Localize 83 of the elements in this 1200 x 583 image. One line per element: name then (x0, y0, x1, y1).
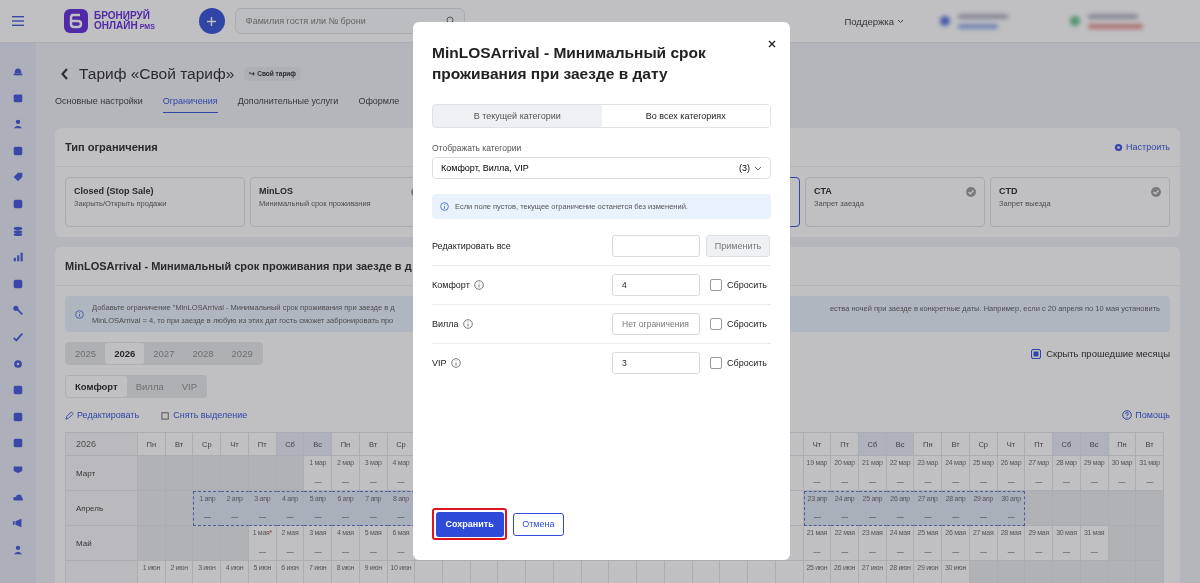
checkbox[interactable] (710, 318, 722, 330)
add-button[interactable] (198, 8, 225, 34)
help-link[interactable]: Помощь (1122, 410, 1170, 420)
caret-icon (754, 165, 762, 171)
tag-icon[interactable] (12, 171, 24, 184)
scope-tab[interactable]: В текущей категории (433, 105, 602, 127)
checkbox[interactable] (710, 357, 722, 369)
dialog-title: MinLOSArrival - Минимальный срок проживания при заезде в дату (432, 43, 707, 84)
checkbox-label: Скрыть прошедшие месяцы (1046, 348, 1170, 359)
info-icon (75, 309, 84, 319)
section-title: Тип ограничения (65, 141, 158, 153)
calendar-cell (221, 456, 249, 491)
gear-icon (1114, 142, 1123, 152)
info-icon (462, 319, 473, 329)
logo-text: ОНЛАЙН (94, 19, 138, 31)
info-icon (473, 280, 484, 290)
user-icon[interactable] (12, 118, 24, 131)
user-icon[interactable] (12, 543, 24, 556)
calendar-cell (193, 526, 222, 561)
input-field[interactable]: 4 (612, 274, 700, 296)
logo-text: БРОНИРУЙ (94, 10, 151, 21)
tab[interactable]: Ограничения (162, 92, 218, 113)
checkbox[interactable] (1031, 348, 1042, 359)
calendar-cell (165, 456, 194, 491)
field-label: Редактировать все (432, 241, 512, 251)
section-title: MinLOSArrival - Минимальный срок проживания при заезде в д (65, 260, 412, 272)
clear-selection-link[interactable]: Снять выделение (161, 410, 248, 420)
year-header: 2026 (66, 433, 138, 456)
calendar-cell (221, 526, 249, 561)
checkbox-label: Сбросить (727, 358, 767, 368)
calendar-cell (193, 456, 222, 491)
card-title: CTA (814, 186, 833, 196)
logo-icon (64, 9, 88, 33)
calendar-cell (165, 526, 194, 561)
field-label: Отображать категории (432, 143, 523, 153)
chart-icon[interactable] (12, 251, 24, 264)
back-icon[interactable] (61, 68, 69, 80)
checkbox-label: Сбросить (727, 319, 767, 329)
checkmark-icon[interactable] (12, 330, 24, 343)
category-select[interactable]: Комфорт, Вилла, VIP (3) (432, 157, 771, 179)
input-field[interactable]: 3 (612, 352, 700, 374)
coins-icon[interactable] (12, 224, 24, 237)
card-title: MinLOS (259, 186, 294, 196)
field-label: VIP (432, 358, 447, 368)
input-field[interactable]: Нет ограничения (612, 313, 700, 335)
apply-button[interactable]: Применить (706, 235, 770, 257)
field-label: Вилла (432, 319, 459, 329)
calendar-cell (165, 491, 194, 526)
month-label: Март (66, 456, 138, 491)
field-label: Комфорт (432, 280, 470, 290)
scope-tab[interactable]: Во всех категориях (601, 105, 770, 127)
support-menu[interactable]: Поддержка (844, 15, 904, 27)
square-icon (161, 410, 171, 420)
month-label: Апрель (66, 491, 138, 526)
megaphone-icon[interactable] (12, 517, 24, 530)
checkbox-label: Сбросить (727, 280, 767, 290)
card-title: CTD (999, 186, 1019, 196)
year-tab[interactable]: 2026 (105, 343, 145, 364)
plus-icon (207, 16, 217, 26)
calendar-cell (248, 456, 277, 491)
calendar-cell (276, 456, 305, 491)
configure-link[interactable]: Настроить (1114, 142, 1170, 152)
pencil-icon (65, 410, 74, 420)
calendar-cell (1025, 491, 1054, 526)
checkbox[interactable] (710, 279, 722, 291)
key-icon[interactable] (12, 304, 24, 317)
gear-icon[interactable] (12, 357, 24, 370)
cancel-button[interactable]: Отмена (513, 512, 564, 536)
save-button[interactable]: Сохранить (435, 511, 504, 537)
tab[interactable]: Дополнительные услуги (237, 92, 339, 113)
page-title: Тариф «Свой тариф» (79, 65, 235, 83)
category-tab[interactable]: Комфорт (66, 376, 127, 397)
card-title: Closed (Stop Sale) (74, 186, 155, 196)
edit-link[interactable]: Редактировать (65, 410, 140, 420)
caret-icon (897, 18, 904, 24)
input-field[interactable] (612, 235, 700, 257)
month-label: Май (66, 526, 138, 561)
menu-icon[interactable] (12, 16, 24, 26)
info-icon (440, 202, 449, 211)
tab[interactable]: Оформле (358, 92, 400, 113)
tab[interactable]: Основные настройки (55, 92, 143, 113)
help-icon (1122, 410, 1133, 420)
info-icon (450, 358, 461, 368)
